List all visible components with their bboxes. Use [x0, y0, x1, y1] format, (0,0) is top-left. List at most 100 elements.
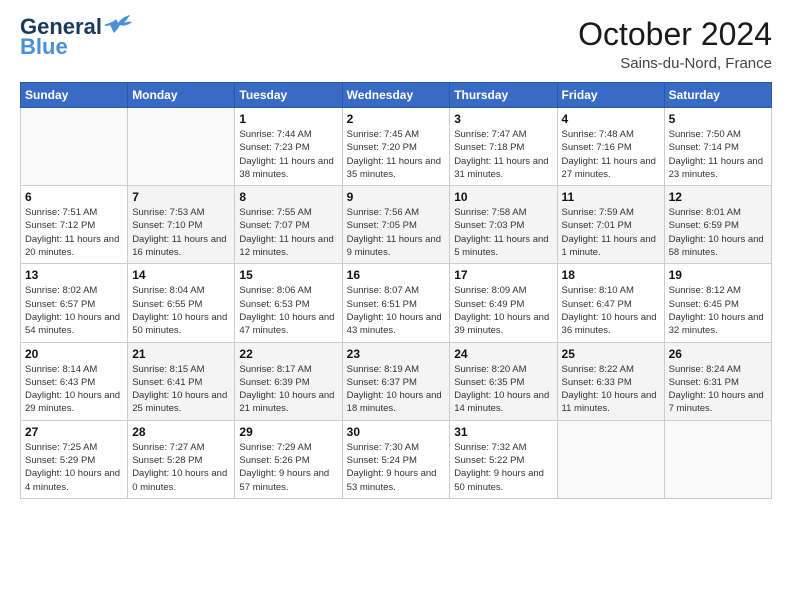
- day-number: 8: [239, 190, 337, 204]
- sunrise: Sunrise: 8:04 AM: [132, 285, 204, 296]
- day-info: Sunrise: 8:22 AMSunset: 6:33 PMDaylight:…: [562, 363, 660, 416]
- sunrise: Sunrise: 7:45 AM: [347, 129, 419, 140]
- day-number: 5: [669, 112, 767, 126]
- day-number: 21: [132, 347, 230, 361]
- calendar-cell: 2Sunrise: 7:45 AMSunset: 7:20 PMDaylight…: [342, 108, 450, 186]
- day-info: Sunrise: 7:29 AMSunset: 5:26 PMDaylight:…: [239, 441, 337, 494]
- daylight: Daylight: 11 hours and 31 minutes.: [454, 156, 548, 180]
- day-info: Sunrise: 8:01 AMSunset: 6:59 PMDaylight:…: [669, 206, 767, 259]
- sunset: Sunset: 6:53 PM: [239, 299, 309, 310]
- calendar-cell: 17Sunrise: 8:09 AMSunset: 6:49 PMDayligh…: [450, 264, 557, 342]
- daylight: Daylight: 10 hours and 54 minutes.: [25, 312, 120, 336]
- calendar-cell: 16 Sunrise: 8:07 AMSunset: 6:51 PMDayligh…: [342, 264, 450, 342]
- day-number: 31: [454, 425, 552, 439]
- location: Sains-du-Nord, France: [578, 55, 772, 72]
- calendar-cell: 25 Sunrise: 8:22 AMSunset: 6:33 PMDayligh…: [557, 342, 664, 420]
- sunrise: Sunrise: 7:32 AM: [454, 442, 526, 453]
- day-info: Sunrise: 8:07 AMSunset: 6:51 PMDaylight:…: [347, 284, 446, 337]
- col-header-sunday: Sunday: [21, 83, 128, 108]
- calendar-header-row: SundayMondayTuesdayWednesdayThursdayFrid…: [21, 83, 772, 108]
- sunset: Sunset: 6:55 PM: [132, 299, 202, 310]
- day-number: 16: [347, 268, 446, 282]
- day-info: Sunrise: 8:10 AMSunset: 6:47 PMDaylight:…: [562, 284, 660, 337]
- calendar-cell: 7Sunrise: 7:53 AMSunset: 7:10 PMDaylight…: [128, 186, 235, 264]
- calendar-cell: [21, 108, 128, 186]
- daylight: Daylight: 10 hours and 47 minutes.: [239, 312, 334, 336]
- sunset: Sunset: 6:35 PM: [454, 377, 524, 388]
- sunset: Sunset: 6:57 PM: [25, 299, 95, 310]
- day-info: Sunrise: 7:30 AMSunset: 5:24 PMDaylight:…: [347, 441, 446, 494]
- day-info: Sunrise: 7:47 AMSunset: 7:18 PMDaylight:…: [454, 128, 552, 181]
- daylight: Daylight: 10 hours and 18 minutes.: [347, 390, 442, 414]
- calendar-cell: 10Sunrise: 7:58 AMSunset: 7:03 PMDayligh…: [450, 186, 557, 264]
- calendar-cell: 23Sunrise: 8:19 AMSunset: 6:37 PMDayligh…: [342, 342, 450, 420]
- col-header-friday: Friday: [557, 83, 664, 108]
- sunrise: Sunrise: 8:06 AM: [239, 285, 311, 296]
- day-number: 6: [25, 190, 123, 204]
- calendar-week-4: 20Sunrise: 8:14 AMSunset: 6:43 PMDayligh…: [21, 342, 772, 420]
- daylight: Daylight: 11 hours and 20 minutes.: [25, 234, 119, 258]
- sunset: Sunset: 7:18 PM: [454, 142, 524, 153]
- day-number: 19: [669, 268, 767, 282]
- sunset: Sunset: 6:43 PM: [25, 377, 95, 388]
- day-info: Sunrise: 7:25 AMSunset: 5:29 PMDaylight:…: [25, 441, 123, 494]
- calendar-week-3: 13Sunrise: 8:02 AMSunset: 6:57 PMDayligh…: [21, 264, 772, 342]
- sunset: Sunset: 7:03 PM: [454, 220, 524, 231]
- day-info: Sunrise: 7:50 AMSunset: 7:14 PMDaylight:…: [669, 128, 767, 181]
- day-number: 26: [669, 347, 767, 361]
- calendar-cell: 4Sunrise: 7:48 AMSunset: 7:16 PMDaylight…: [557, 108, 664, 186]
- daylight: Daylight: 11 hours and 9 minutes.: [347, 234, 441, 258]
- calendar-cell: 6 Sunrise: 7:51 AMSunset: 7:12 PMDaylight…: [21, 186, 128, 264]
- sunset: Sunset: 5:28 PM: [132, 455, 202, 466]
- month-title: October 2024: [578, 16, 772, 53]
- daylight: Daylight: 10 hours and 14 minutes.: [454, 390, 549, 414]
- day-number: 20: [25, 347, 123, 361]
- sunrise: Sunrise: 8:20 AM: [454, 364, 526, 375]
- daylight: Daylight: 11 hours and 16 minutes.: [132, 234, 226, 258]
- daylight: Daylight: 9 hours and 53 minutes.: [347, 468, 437, 492]
- day-info: Sunrise: 8:06 AM Sunset: 6:53 PM Daylight:…: [239, 284, 337, 337]
- day-info: Sunrise: 8:02 AMSunset: 6:57 PMDaylight:…: [25, 284, 123, 337]
- day-number: 18: [562, 268, 660, 282]
- daylight: Daylight: 11 hours and 23 minutes.: [669, 156, 763, 180]
- sunrise: Sunrise: 7:55 AM: [239, 207, 311, 218]
- calendar-cell: 22 Sunrise: 8:17 AMSunset: 6:39 PMDayligh…: [235, 342, 342, 420]
- sunset: Sunset: 7:01 PM: [562, 220, 632, 231]
- sunset: Sunset: 6:41 PM: [132, 377, 202, 388]
- sunrise: Sunrise: 7:58 AM: [454, 207, 526, 218]
- day-number: 4: [562, 112, 660, 126]
- sunset: Sunset: 6:37 PM: [347, 377, 417, 388]
- calendar-cell: 27Sunrise: 7:25 AMSunset: 5:29 PMDayligh…: [21, 420, 128, 498]
- daylight: Daylight: 11 hours and 27 minutes.: [562, 156, 656, 180]
- sunset: Sunset: 7:05 PM: [347, 220, 417, 231]
- calendar-cell: 13Sunrise: 8:02 AMSunset: 6:57 PMDayligh…: [21, 264, 128, 342]
- sunset: Sunset: 6:51 PM: [347, 299, 417, 310]
- sunset: Sunset: 6:59 PM: [669, 220, 739, 231]
- day-info: Sunrise: 8:17 AMSunset: 6:39 PMDaylight:…: [239, 363, 337, 416]
- day-number: 9: [347, 190, 446, 204]
- calendar-week-1: 1Sunrise: 7:44 AMSunset: 7:23 PMDaylight…: [21, 108, 772, 186]
- calendar-cell: 9Sunrise: 7:56 AMSunset: 7:05 PMDaylight…: [342, 186, 450, 264]
- title-block: October 2024 Sains-du-Nord, France: [578, 16, 772, 72]
- sunset: Sunset: 6:45 PM: [669, 299, 739, 310]
- sunset: Sunset: 6:47 PM: [562, 299, 632, 310]
- sunset: Sunset: 7:23 PM: [239, 142, 309, 153]
- sunrise: Sunrise: 8:22 AM: [562, 364, 634, 375]
- day-number: 22: [239, 347, 337, 361]
- day-info: Sunrise: 7:51 AMSunset: 7:12 PMDaylight:…: [25, 206, 123, 259]
- day-number: 25: [562, 347, 660, 361]
- page: General Blue October 2024 Sains-du-Nord,…: [0, 0, 792, 612]
- daylight: Daylight: 9 hours and 50 minutes.: [454, 468, 544, 492]
- col-header-thursday: Thursday: [450, 83, 557, 108]
- daylight: Daylight: 10 hours and 21 minutes.: [239, 390, 334, 414]
- calendar-cell: 12Sunrise: 8:01 AMSunset: 6:59 PMDayligh…: [664, 186, 771, 264]
- daylight: Daylight: 10 hours and 43 minutes.: [347, 312, 442, 336]
- sunrise: Sunrise: 8:01 AM: [669, 207, 741, 218]
- sunrise: Sunrise: 8:09 AM: [454, 285, 526, 296]
- sunrise: Sunrise: 8:24 AM: [669, 364, 741, 375]
- daylight: Daylight: 11 hours and 5 minutes.: [454, 234, 548, 258]
- daylight: Daylight: 10 hours and 4 minutes.: [25, 468, 120, 492]
- day-info: Sunrise: 8:20 AM Sunset: 6:35 PM Daylight:…: [454, 363, 552, 416]
- day-info: Sunrise: 8:15 AMSunset: 6:41 PMDaylight:…: [132, 363, 230, 416]
- daylight: Daylight: 10 hours and 0 minutes.: [132, 468, 227, 492]
